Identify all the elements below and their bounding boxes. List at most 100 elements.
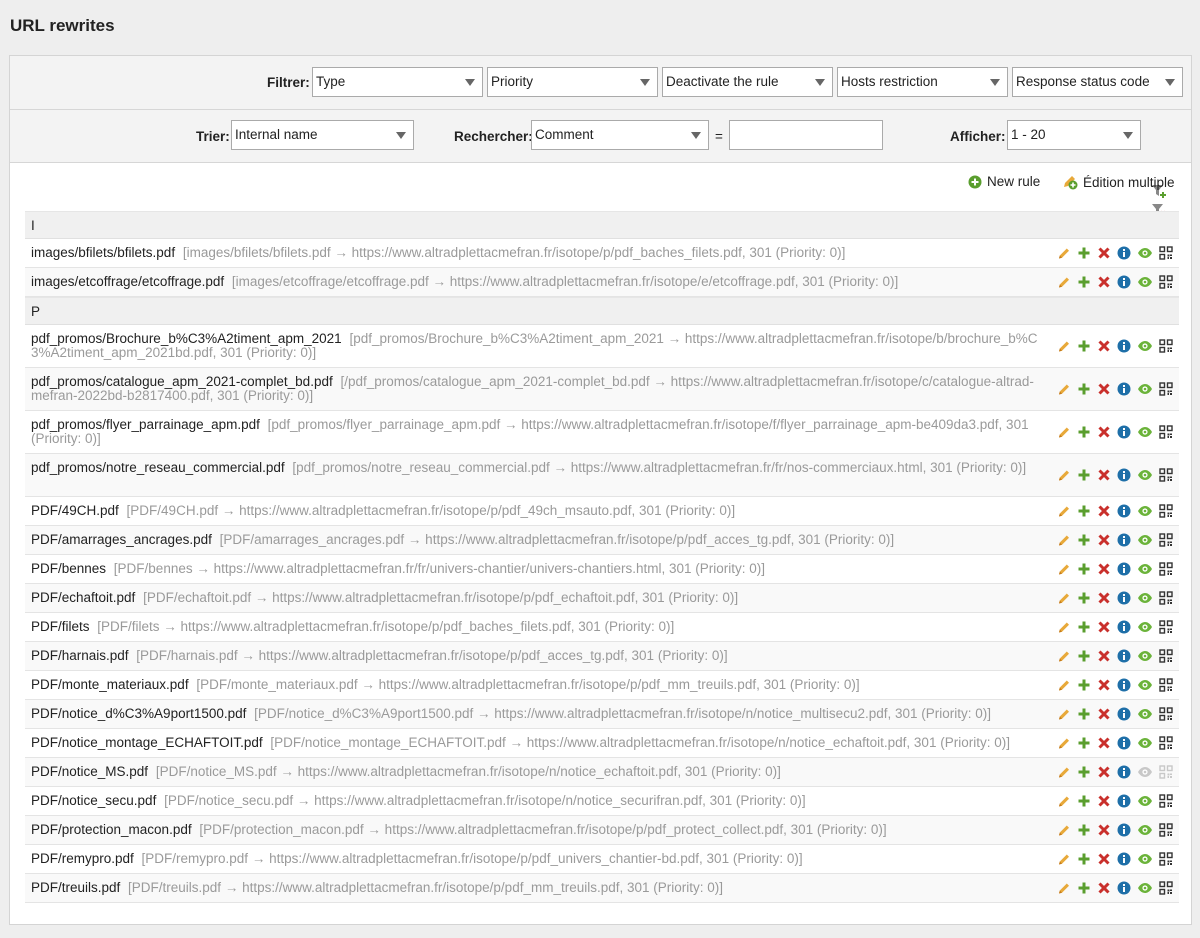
delete-button[interactable] (1097, 591, 1111, 605)
qrcode-button[interactable] (1159, 468, 1173, 482)
info-button[interactable] (1117, 425, 1131, 439)
info-button[interactable] (1117, 736, 1131, 750)
sort-select[interactable]: Internal name (231, 120, 414, 150)
qrcode-button[interactable] (1159, 382, 1173, 396)
qrcode-button[interactable] (1159, 246, 1173, 260)
toggle-button[interactable] (1137, 562, 1153, 576)
delete-button[interactable] (1097, 620, 1111, 634)
delete-button[interactable] (1097, 275, 1111, 289)
toggle-button[interactable] (1137, 707, 1153, 721)
filter-hosts-select[interactable]: Hosts restriction (837, 67, 1008, 97)
duplicate-button[interactable] (1077, 468, 1091, 482)
toggle-button[interactable] (1137, 533, 1153, 547)
info-button[interactable] (1117, 382, 1131, 396)
edit-button[interactable] (1057, 246, 1071, 260)
duplicate-button[interactable] (1077, 382, 1091, 396)
toggle-button[interactable] (1137, 678, 1153, 692)
info-button[interactable] (1117, 649, 1131, 663)
duplicate-button[interactable] (1077, 591, 1091, 605)
qrcode-button[interactable] (1159, 339, 1173, 353)
edit-button[interactable] (1057, 736, 1071, 750)
delete-button[interactable] (1097, 649, 1111, 663)
toggle-button[interactable] (1137, 591, 1153, 605)
filter-status-select[interactable]: Response status code (1012, 67, 1183, 97)
toggle-button[interactable] (1137, 649, 1153, 663)
info-button[interactable] (1117, 562, 1131, 576)
toggle-button[interactable] (1137, 765, 1153, 779)
info-button[interactable] (1117, 852, 1131, 866)
edit-button[interactable] (1057, 678, 1071, 692)
toggle-button[interactable] (1137, 339, 1153, 353)
info-button[interactable] (1117, 339, 1131, 353)
qrcode-button[interactable] (1159, 533, 1173, 547)
qrcode-button[interactable] (1159, 649, 1173, 663)
duplicate-button[interactable] (1077, 736, 1091, 750)
qrcode-button[interactable] (1159, 736, 1173, 750)
duplicate-button[interactable] (1077, 339, 1091, 353)
edit-button[interactable] (1057, 562, 1071, 576)
toggle-button[interactable] (1137, 468, 1153, 482)
edit-button[interactable] (1057, 620, 1071, 634)
duplicate-button[interactable] (1077, 275, 1091, 289)
filter-type-select[interactable]: Type (312, 67, 483, 97)
edit-button[interactable] (1057, 852, 1071, 866)
qrcode-button[interactable] (1159, 707, 1173, 721)
edit-button[interactable] (1057, 765, 1071, 779)
info-button[interactable] (1117, 678, 1131, 692)
qrcode-button[interactable] (1159, 852, 1173, 866)
edit-button[interactable] (1057, 468, 1071, 482)
duplicate-button[interactable] (1077, 533, 1091, 547)
delete-button[interactable] (1097, 425, 1111, 439)
qrcode-button[interactable] (1159, 823, 1173, 837)
qrcode-button[interactable] (1159, 504, 1173, 518)
show-select[interactable]: 1 - 20 (1007, 120, 1141, 150)
qrcode-button[interactable] (1159, 678, 1173, 692)
info-button[interactable] (1117, 881, 1131, 895)
delete-button[interactable] (1097, 765, 1111, 779)
edit-button[interactable] (1057, 339, 1071, 353)
delete-button[interactable] (1097, 881, 1111, 895)
toggle-button[interactable] (1137, 382, 1153, 396)
duplicate-button[interactable] (1077, 852, 1091, 866)
edit-button[interactable] (1057, 794, 1071, 808)
info-button[interactable] (1117, 504, 1131, 518)
edit-button[interactable] (1057, 823, 1071, 837)
delete-button[interactable] (1097, 736, 1111, 750)
new-rule-button[interactable]: New rule (968, 174, 1040, 189)
edit-button[interactable] (1057, 707, 1071, 721)
toggle-button[interactable] (1137, 852, 1153, 866)
duplicate-button[interactable] (1077, 765, 1091, 779)
edit-button[interactable] (1057, 275, 1071, 289)
delete-button[interactable] (1097, 246, 1111, 260)
edit-button[interactable] (1057, 533, 1071, 547)
search-input[interactable] (729, 120, 883, 150)
toggle-button[interactable] (1137, 620, 1153, 634)
toggle-button[interactable] (1137, 425, 1153, 439)
info-button[interactable] (1117, 468, 1131, 482)
info-button[interactable] (1117, 707, 1131, 721)
delete-button[interactable] (1097, 794, 1111, 808)
edit-button[interactable] (1057, 504, 1071, 518)
edit-button[interactable] (1057, 649, 1071, 663)
delete-button[interactable] (1097, 339, 1111, 353)
edit-button[interactable] (1057, 425, 1071, 439)
duplicate-button[interactable] (1077, 881, 1091, 895)
qrcode-button[interactable] (1159, 562, 1173, 576)
qrcode-button[interactable] (1159, 275, 1173, 289)
delete-button[interactable] (1097, 382, 1111, 396)
delete-button[interactable] (1097, 562, 1111, 576)
duplicate-button[interactable] (1077, 246, 1091, 260)
toggle-button[interactable] (1137, 275, 1153, 289)
info-button[interactable] (1117, 275, 1131, 289)
info-button[interactable] (1117, 765, 1131, 779)
info-button[interactable] (1117, 794, 1131, 808)
delete-button[interactable] (1097, 468, 1111, 482)
duplicate-button[interactable] (1077, 504, 1091, 518)
toggle-button[interactable] (1137, 794, 1153, 808)
qrcode-button[interactable] (1159, 591, 1173, 605)
search-field-select[interactable]: Comment (531, 120, 709, 150)
duplicate-button[interactable] (1077, 425, 1091, 439)
duplicate-button[interactable] (1077, 794, 1091, 808)
qrcode-button[interactable] (1159, 425, 1173, 439)
info-button[interactable] (1117, 533, 1131, 547)
